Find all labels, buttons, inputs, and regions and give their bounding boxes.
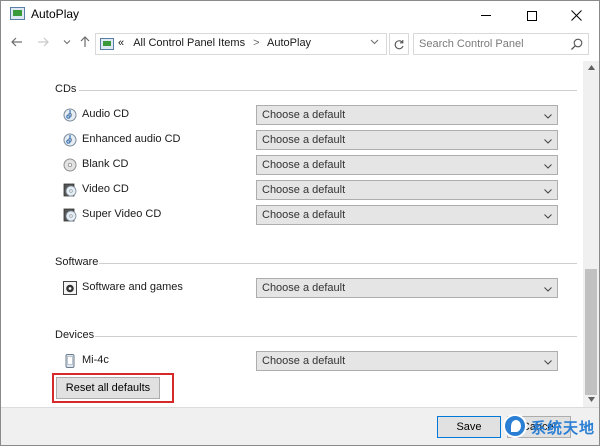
select-value: Choose a default	[262, 209, 346, 221]
enhanced-audio-cd-select[interactable]: Choose a default	[256, 130, 558, 150]
section-divider	[99, 263, 577, 264]
control-panel-icon	[100, 38, 114, 50]
chevron-down-icon	[544, 189, 552, 194]
vertical-scrollbar[interactable]	[583, 61, 599, 407]
chevron-down-icon	[544, 139, 552, 144]
back-arrow-icon	[11, 37, 22, 47]
refresh-button[interactable]	[389, 33, 409, 55]
section-title-devices: Devices	[55, 329, 95, 341]
search-icon[interactable]	[570, 37, 584, 51]
reset-all-defaults-button[interactable]: Reset all defaults	[56, 377, 160, 399]
scroll-up-button[interactable]	[583, 61, 599, 75]
software-icon	[63, 281, 77, 295]
video-cd-select[interactable]: Choose a default	[256, 180, 558, 200]
chevron-down-icon	[544, 287, 552, 292]
row-label-blank-cd: Blank CD	[82, 158, 129, 170]
forward-arrow-icon	[38, 37, 49, 47]
chevron-down-icon	[544, 164, 552, 169]
blank-cd-select[interactable]: Choose a default	[256, 155, 558, 175]
breadcrumb-overflow[interactable]: «	[118, 37, 124, 49]
navigation-bar: « All Control Panel Items > AutoPlay	[1, 29, 599, 59]
triangle-up-icon	[587, 65, 595, 70]
chevron-down-icon	[544, 214, 552, 219]
breadcrumb-all-control-panel-items[interactable]: All Control Panel Items	[133, 37, 245, 49]
breadcrumb: « All Control Panel Items > AutoPlay	[118, 37, 311, 49]
section-divider	[79, 90, 577, 91]
select-value: Choose a default	[262, 355, 346, 367]
autoplay-window: AutoPlay « All Control Panel Items > Aut…	[0, 0, 600, 446]
address-bar[interactable]: « All Control Panel Items > AutoPlay	[95, 33, 387, 55]
close-icon	[570, 10, 582, 21]
select-value: Choose a default	[262, 109, 346, 121]
window-title: AutoPlay	[31, 7, 80, 21]
row-label-enhanced-audio-cd: Enhanced audio CD	[82, 133, 181, 145]
video-cd-icon	[63, 183, 77, 197]
select-value: Choose a default	[262, 282, 346, 294]
select-value: Choose a default	[262, 159, 346, 171]
select-value: Choose a default	[262, 134, 346, 146]
row-label-audio-cd: Audio CD	[82, 108, 130, 120]
minimize-icon	[481, 15, 491, 17]
maximize-button[interactable]	[509, 1, 555, 29]
watermark-text: 系统天地	[531, 420, 596, 437]
section-divider	[95, 336, 577, 337]
site-watermark: 系统天地	[503, 412, 595, 442]
blank-cd-icon	[63, 158, 77, 172]
chevron-down-icon	[63, 40, 71, 45]
phone-icon	[65, 354, 75, 368]
breadcrumb-separator-icon: >	[253, 37, 260, 49]
back-button[interactable]	[9, 35, 25, 51]
triangle-down-icon	[587, 397, 595, 402]
chevron-down-icon	[370, 39, 379, 45]
autoplay-settings-panel: CDs Audio CD Choose a default Enhanced a…	[1, 61, 583, 407]
control-panel-icon	[10, 7, 25, 20]
chevron-down-icon	[544, 360, 552, 365]
maximize-icon	[527, 10, 537, 21]
watermark-logo-icon	[503, 414, 527, 438]
select-value: Choose a default	[262, 184, 346, 196]
section-title-software: Software	[55, 256, 99, 268]
audio-cd-icon	[63, 108, 77, 122]
super-video-cd-select[interactable]: Choose a default	[256, 205, 558, 225]
chevron-down-icon	[544, 114, 552, 119]
refresh-icon	[394, 39, 404, 50]
section-title-cds: CDs	[55, 83, 77, 95]
mi-4c-select[interactable]: Choose a default	[256, 351, 558, 371]
enhanced-audio-cd-icon	[63, 133, 77, 147]
title-bar: AutoPlay	[1, 1, 599, 29]
audio-cd-select[interactable]: Choose a default	[256, 105, 558, 125]
minimize-button[interactable]	[463, 1, 509, 29]
save-button[interactable]: Save	[437, 416, 501, 438]
search-input[interactable]	[419, 36, 567, 52]
scroll-down-button[interactable]	[583, 393, 599, 407]
row-label-mi-4c: Mi-4c	[82, 354, 109, 366]
up-button[interactable]	[77, 35, 93, 51]
scroll-thumb[interactable]	[585, 269, 597, 395]
forward-button[interactable]	[35, 35, 51, 51]
software-and-games-select[interactable]: Choose a default	[256, 278, 558, 298]
close-button[interactable]	[553, 1, 599, 29]
row-label-software-and-games: Software and games	[82, 281, 183, 293]
search-box[interactable]	[413, 33, 589, 55]
recent-locations-button[interactable]	[59, 35, 75, 51]
row-label-super-video-cd: Super Video CD	[82, 208, 162, 220]
breadcrumb-autoplay[interactable]: AutoPlay	[267, 37, 311, 49]
row-label-video-cd: Video CD	[82, 183, 129, 195]
address-history-button[interactable]	[370, 37, 379, 49]
up-arrow-icon	[80, 36, 90, 47]
super-video-cd-icon	[63, 208, 77, 222]
